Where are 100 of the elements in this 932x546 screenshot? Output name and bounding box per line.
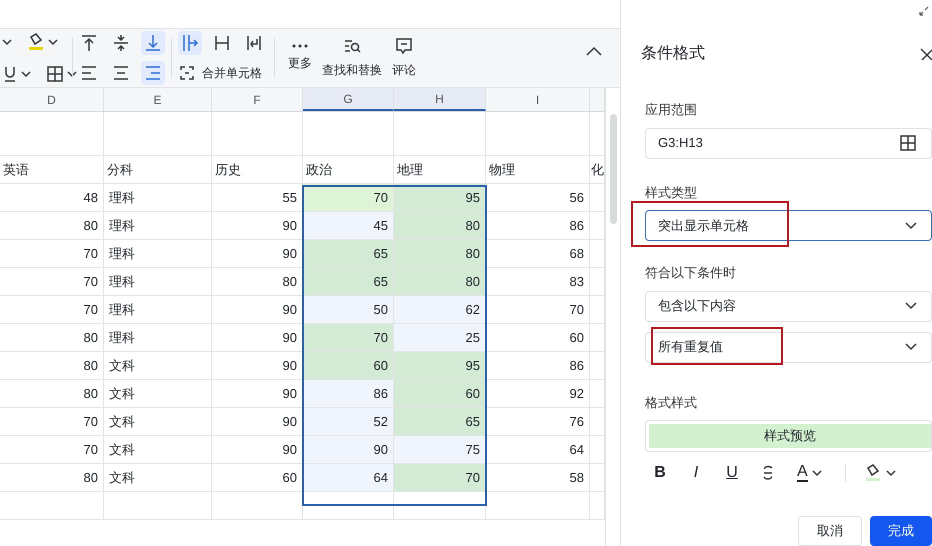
field-label: 应用范围 xyxy=(645,101,698,119)
text-color-button[interactable]: A xyxy=(797,464,823,482)
chevron-up-icon xyxy=(586,46,602,56)
field-label: 样式类型 xyxy=(645,184,698,202)
find-button[interactable]: 查找和替换 xyxy=(317,37,387,79)
column-header[interactable]: E xyxy=(104,88,212,111)
text-overflow-icon xyxy=(181,34,199,52)
confirm-button[interactable]: 完成 xyxy=(870,516,932,546)
table-cell: 80 xyxy=(0,324,104,351)
table-cell: 95 xyxy=(394,352,486,379)
table-cell-text: 地理 xyxy=(397,160,423,179)
borders-icon xyxy=(46,65,64,83)
table-cell: 90 xyxy=(212,212,303,239)
table-cell: 64 xyxy=(486,436,590,463)
input-field[interactable]: G3:H13 xyxy=(645,128,932,158)
scrollbar[interactable] xyxy=(605,88,620,546)
table-cell: 70 xyxy=(394,464,486,491)
table-cell-text: 物理 xyxy=(489,160,515,179)
table-cell: 68 xyxy=(486,240,590,267)
close-button[interactable] xyxy=(920,48,932,60)
table-cell-text: 政治 xyxy=(306,160,332,179)
column-header[interactable]: H xyxy=(394,88,486,111)
table-cell: 60 xyxy=(486,324,590,351)
table-cell: 70 xyxy=(0,296,104,323)
strikethrough-button[interactable] xyxy=(761,465,775,481)
table-cell: 83 xyxy=(486,268,590,295)
column-header[interactable]: I xyxy=(486,88,590,111)
panel-title: 条件格式 xyxy=(641,44,705,64)
table-cell: 52 xyxy=(303,408,394,435)
table-cell: 70 xyxy=(303,324,394,351)
table-cell: 80 xyxy=(0,212,104,239)
table-cell: 60 xyxy=(394,380,486,407)
collapse-button[interactable] xyxy=(586,46,602,56)
table-cell: 62 xyxy=(394,296,486,323)
table-cell: 86 xyxy=(303,380,394,407)
strikethrough-icon xyxy=(761,465,775,481)
table-cell: 92 xyxy=(486,380,590,407)
table-cell: 90 xyxy=(303,436,394,463)
table-cell: 80 xyxy=(0,464,104,491)
merge-cells-button[interactable]: 合并单元格 xyxy=(178,61,266,85)
text-clip-icon xyxy=(213,34,231,52)
table-cell: 60 xyxy=(303,352,394,379)
fill-color-button[interactable] xyxy=(844,464,897,482)
comment-icon xyxy=(395,37,413,55)
table-cell: 80 xyxy=(394,212,486,239)
table-cell: 理科 xyxy=(104,324,212,351)
more-button[interactable]: 更多 xyxy=(283,44,317,72)
table-cell: 90 xyxy=(212,408,303,435)
table-cell: 65 xyxy=(303,240,394,267)
table-cell: 70 xyxy=(0,268,104,295)
underline-button[interactable]: U xyxy=(725,461,739,485)
more-icon xyxy=(292,44,308,48)
table-cell: 70 xyxy=(0,408,104,435)
table-cell: 95 xyxy=(394,184,486,211)
table-cell-text: 化 xyxy=(591,160,604,179)
table-cell: 70 xyxy=(486,296,590,323)
table-cell: 90 xyxy=(212,324,303,351)
table-cell: 理科 xyxy=(104,184,212,211)
comment-button[interactable]: 评论 xyxy=(387,37,421,79)
align-bottom-icon xyxy=(144,34,162,52)
table-cell-text: 英语 xyxy=(3,160,29,179)
table-cell: 理科 xyxy=(104,296,212,323)
table-cell: 70 xyxy=(303,184,394,211)
table-cell: 65 xyxy=(394,408,486,435)
table-cell: 文科 xyxy=(104,352,212,379)
borders-icon xyxy=(899,134,917,152)
table-cell: 48 xyxy=(0,184,104,211)
table-cell: 56 xyxy=(486,184,590,211)
table-cell: 理科 xyxy=(104,268,212,295)
dropdown[interactable]: 突出显示单元格 xyxy=(645,210,932,241)
bold-button[interactable]: B xyxy=(653,461,667,485)
field-label: 格式样式 xyxy=(645,394,698,412)
column-header[interactable]: G xyxy=(303,88,394,111)
table-cell: 文科 xyxy=(104,464,212,491)
table-cell: 80 xyxy=(0,352,104,379)
table-cell-text: 分科 xyxy=(107,160,133,179)
table-cell: 86 xyxy=(486,352,590,379)
style-preview: 样式预览 xyxy=(649,424,931,448)
dropdown[interactable]: 所有重复值 xyxy=(645,332,932,362)
column-header[interactable]: D xyxy=(0,88,104,111)
chevron-down-icon xyxy=(905,343,917,351)
cancel-button[interactable]: 取消 xyxy=(798,516,862,546)
paint-bucket-icon xyxy=(27,33,45,51)
table-cell: 58 xyxy=(486,464,590,491)
table-cell: 理科 xyxy=(104,240,212,267)
table-cell: 80 xyxy=(394,268,486,295)
underline-icon xyxy=(2,65,18,83)
table-cell: 90 xyxy=(212,240,303,267)
merge-icon xyxy=(180,66,194,80)
table-cell: 文科 xyxy=(104,436,212,463)
dropdown[interactable]: 包含以下内容 xyxy=(645,290,932,322)
table-cell: 理科 xyxy=(104,212,212,239)
italic-button[interactable]: I xyxy=(689,461,703,485)
chevron-down-icon xyxy=(905,302,917,310)
table-cell: 70 xyxy=(0,240,104,267)
align-right-icon xyxy=(144,64,162,82)
field-label: 符合以下条件时 xyxy=(645,264,737,282)
table-cell: 75 xyxy=(394,436,486,463)
table-cell: 86 xyxy=(486,212,590,239)
align-left-icon xyxy=(80,64,98,82)
